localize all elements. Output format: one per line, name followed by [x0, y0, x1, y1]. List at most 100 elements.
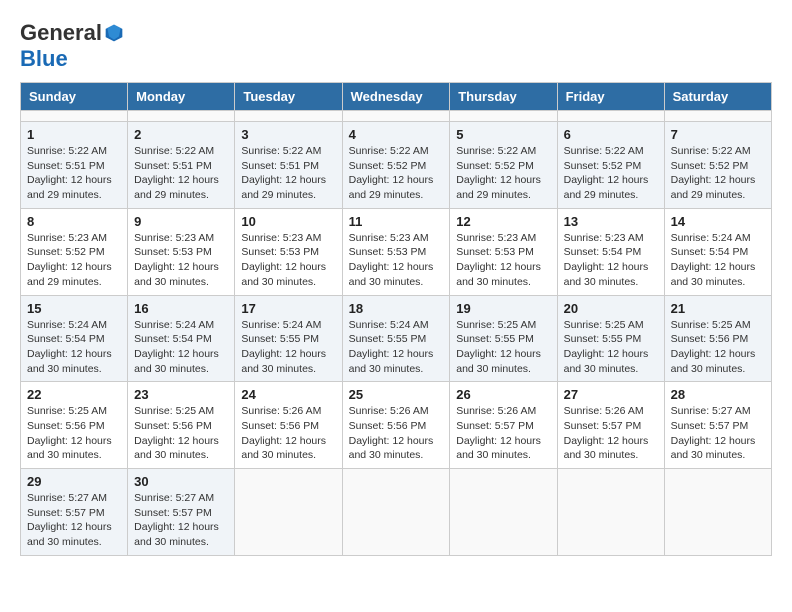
day-number: 24 — [241, 387, 335, 402]
calendar-cell: 18 Sunrise: 5:24 AM Sunset: 5:55 PM Dayli… — [342, 295, 450, 382]
calendar-cell: 10Sunrise: 5:23 AM Sunset: 5:53 PM Dayli… — [235, 208, 342, 295]
day-info: Sunrise: 5:23 AM Sunset: 5:54 PM Dayligh… — [564, 231, 658, 290]
day-number: 16 — [134, 301, 228, 316]
day-number: 10 — [241, 214, 335, 229]
calendar-cell — [21, 111, 128, 122]
day-info: Sunrise: 5:22 AM Sunset: 5:51 PM Dayligh… — [241, 144, 335, 203]
header-monday: Monday — [128, 83, 235, 111]
day-number: 17 — [241, 301, 335, 316]
day-info: Sunrise: 5:24 AM Sunset: 5:55 PM Dayligh… — [349, 318, 444, 377]
calendar-cell: 5 Sunrise: 5:22 AM Sunset: 5:52 PM Daylig… — [450, 122, 557, 209]
day-number: 13 — [564, 214, 658, 229]
calendar-cell: 17 Sunrise: 5:24 AM Sunset: 5:55 PM Dayli… — [235, 295, 342, 382]
day-info: Sunrise: 5:27 AM Sunset: 5:57 PM Dayligh… — [27, 491, 121, 550]
calendar-cell: 19 Sunrise: 5:25 AM Sunset: 5:55 PM Dayli… — [450, 295, 557, 382]
day-number: 25 — [349, 387, 444, 402]
header-sunday: Sunday — [21, 83, 128, 111]
calendar-cell: 27 Sunrise: 5:26 AM Sunset: 5:57 PM Dayli… — [557, 382, 664, 469]
calendar-cell: 3 Sunrise: 5:22 AM Sunset: 5:51 PM Daylig… — [235, 122, 342, 209]
day-info: Sunrise: 5:25 AM Sunset: 5:55 PM Dayligh… — [456, 318, 550, 377]
day-number: 29 — [27, 474, 121, 489]
day-info: Sunrise: 5:26 AM Sunset: 5:57 PM Dayligh… — [456, 404, 550, 463]
calendar-cell — [342, 111, 450, 122]
calendar-cell: 26Sunrise: 5:26 AM Sunset: 5:57 PM Dayli… — [450, 382, 557, 469]
day-number: 4 — [349, 127, 444, 142]
day-number: 28 — [671, 387, 765, 402]
day-number: 14 — [671, 214, 765, 229]
calendar-cell: 29 Sunrise: 5:27 AM Sunset: 5:57 PM Dayli… — [21, 469, 128, 556]
day-number: 19 — [456, 301, 550, 316]
calendar-cell: 22Sunrise: 5:25 AM Sunset: 5:56 PM Dayli… — [21, 382, 128, 469]
calendar-cell: 1Sunrise: 5:22 AM Sunset: 5:51 PM Daylig… — [21, 122, 128, 209]
calendar-cell: 20 Sunrise: 5:25 AM Sunset: 5:55 PM Dayli… — [557, 295, 664, 382]
calendar-week-row — [21, 111, 772, 122]
calendar-week-row: 8Sunrise: 5:23 AM Sunset: 5:52 PM Daylig… — [21, 208, 772, 295]
day-info: Sunrise: 5:27 AM Sunset: 5:57 PM Dayligh… — [134, 491, 228, 550]
day-info: Sunrise: 5:24 AM Sunset: 5:54 PM Dayligh… — [671, 231, 765, 290]
calendar-cell: 24 Sunrise: 5:26 AM Sunset: 5:56 PM Dayli… — [235, 382, 342, 469]
day-info: Sunrise: 5:23 AM Sunset: 5:53 PM Dayligh… — [456, 231, 550, 290]
header-friday: Friday — [557, 83, 664, 111]
calendar-cell: 4 Sunrise: 5:22 AM Sunset: 5:52 PM Daylig… — [342, 122, 450, 209]
day-number: 22 — [27, 387, 121, 402]
header-thursday: Thursday — [450, 83, 557, 111]
day-info: Sunrise: 5:22 AM Sunset: 5:52 PM Dayligh… — [456, 144, 550, 203]
day-number: 9 — [134, 214, 228, 229]
day-number: 30 — [134, 474, 228, 489]
day-info: Sunrise: 5:24 AM Sunset: 5:55 PM Dayligh… — [241, 318, 335, 377]
day-info: Sunrise: 5:22 AM Sunset: 5:52 PM Dayligh… — [564, 144, 658, 203]
calendar-cell — [557, 111, 664, 122]
calendar-cell: 13 Sunrise: 5:23 AM Sunset: 5:54 PM Dayli… — [557, 208, 664, 295]
day-info: Sunrise: 5:25 AM Sunset: 5:56 PM Dayligh… — [671, 318, 765, 377]
page-header: General Blue — [20, 20, 772, 72]
day-info: Sunrise: 5:22 AM Sunset: 5:51 PM Dayligh… — [134, 144, 228, 203]
day-number: 5 — [456, 127, 550, 142]
day-info: Sunrise: 5:26 AM Sunset: 5:56 PM Dayligh… — [241, 404, 335, 463]
calendar-week-row: 29 Sunrise: 5:27 AM Sunset: 5:57 PM Dayli… — [21, 469, 772, 556]
calendar-week-row: 1 Sunrise: 5:22 AM Sunset: 5:51 PM Daylig… — [21, 122, 772, 209]
calendar-cell: 23Sunrise: 5:25 AM Sunset: 5:56 PM Dayli… — [128, 382, 235, 469]
day-info: Sunrise: 5:23 AM Sunset: 5:53 PM Dayligh… — [349, 231, 444, 290]
day-info: Sunrise: 5:24 AM Sunset: 5:54 PM Dayligh… — [27, 318, 121, 377]
logo-blue-text: Blue — [20, 46, 68, 72]
day-number: 8 — [27, 214, 121, 229]
calendar-cell — [235, 469, 342, 556]
calendar-cell: 11 Sunrise: 5:23 AM Sunset: 5:53 PM Dayli… — [342, 208, 450, 295]
calendar-week-row: 22 Sunrise: 5:25 AM Sunset: 5:56 PM Dayli… — [21, 382, 772, 469]
header-tuesday: Tuesday — [235, 83, 342, 111]
calendar-cell — [128, 111, 235, 122]
day-number: 18 — [349, 301, 444, 316]
day-number: 11 — [349, 214, 444, 229]
calendar-cell: 2Sunrise: 5:22 AM Sunset: 5:51 PM Daylig… — [128, 122, 235, 209]
day-info: Sunrise: 5:25 AM Sunset: 5:56 PM Dayligh… — [134, 404, 228, 463]
day-number: 21 — [671, 301, 765, 316]
calendar-cell — [557, 469, 664, 556]
day-info: Sunrise: 5:22 AM Sunset: 5:52 PM Dayligh… — [671, 144, 765, 203]
day-number: 1 — [27, 127, 121, 142]
calendar-table: SundayMondayTuesdayWednesdayThursdayFrid… — [20, 82, 772, 556]
header-saturday: Saturday — [664, 83, 771, 111]
calendar-cell — [235, 111, 342, 122]
calendar-header-row: SundayMondayTuesdayWednesdayThursdayFrid… — [21, 83, 772, 111]
calendar-cell — [450, 469, 557, 556]
day-number: 27 — [564, 387, 658, 402]
calendar-cell: 6Sunrise: 5:22 AM Sunset: 5:52 PM Daylig… — [557, 122, 664, 209]
day-info: Sunrise: 5:26 AM Sunset: 5:57 PM Dayligh… — [564, 404, 658, 463]
calendar-cell: 12Sunrise: 5:23 AM Sunset: 5:53 PM Dayli… — [450, 208, 557, 295]
calendar-cell — [450, 111, 557, 122]
calendar-cell — [664, 111, 771, 122]
calendar-cell: 21 Sunrise: 5:25 AM Sunset: 5:56 PM Dayli… — [664, 295, 771, 382]
day-info: Sunrise: 5:27 AM Sunset: 5:57 PM Dayligh… — [671, 404, 765, 463]
logo-icon — [104, 23, 124, 43]
day-info: Sunrise: 5:22 AM Sunset: 5:52 PM Dayligh… — [349, 144, 444, 203]
calendar-cell: 25 Sunrise: 5:26 AM Sunset: 5:56 PM Dayli… — [342, 382, 450, 469]
day-info: Sunrise: 5:25 AM Sunset: 5:55 PM Dayligh… — [564, 318, 658, 377]
logo-general-text: General — [20, 20, 102, 46]
day-info: Sunrise: 5:24 AM Sunset: 5:54 PM Dayligh… — [134, 318, 228, 377]
day-info: Sunrise: 5:26 AM Sunset: 5:56 PM Dayligh… — [349, 404, 444, 463]
day-number: 7 — [671, 127, 765, 142]
day-info: Sunrise: 5:23 AM Sunset: 5:53 PM Dayligh… — [134, 231, 228, 290]
header-wednesday: Wednesday — [342, 83, 450, 111]
day-number: 20 — [564, 301, 658, 316]
day-number: 3 — [241, 127, 335, 142]
